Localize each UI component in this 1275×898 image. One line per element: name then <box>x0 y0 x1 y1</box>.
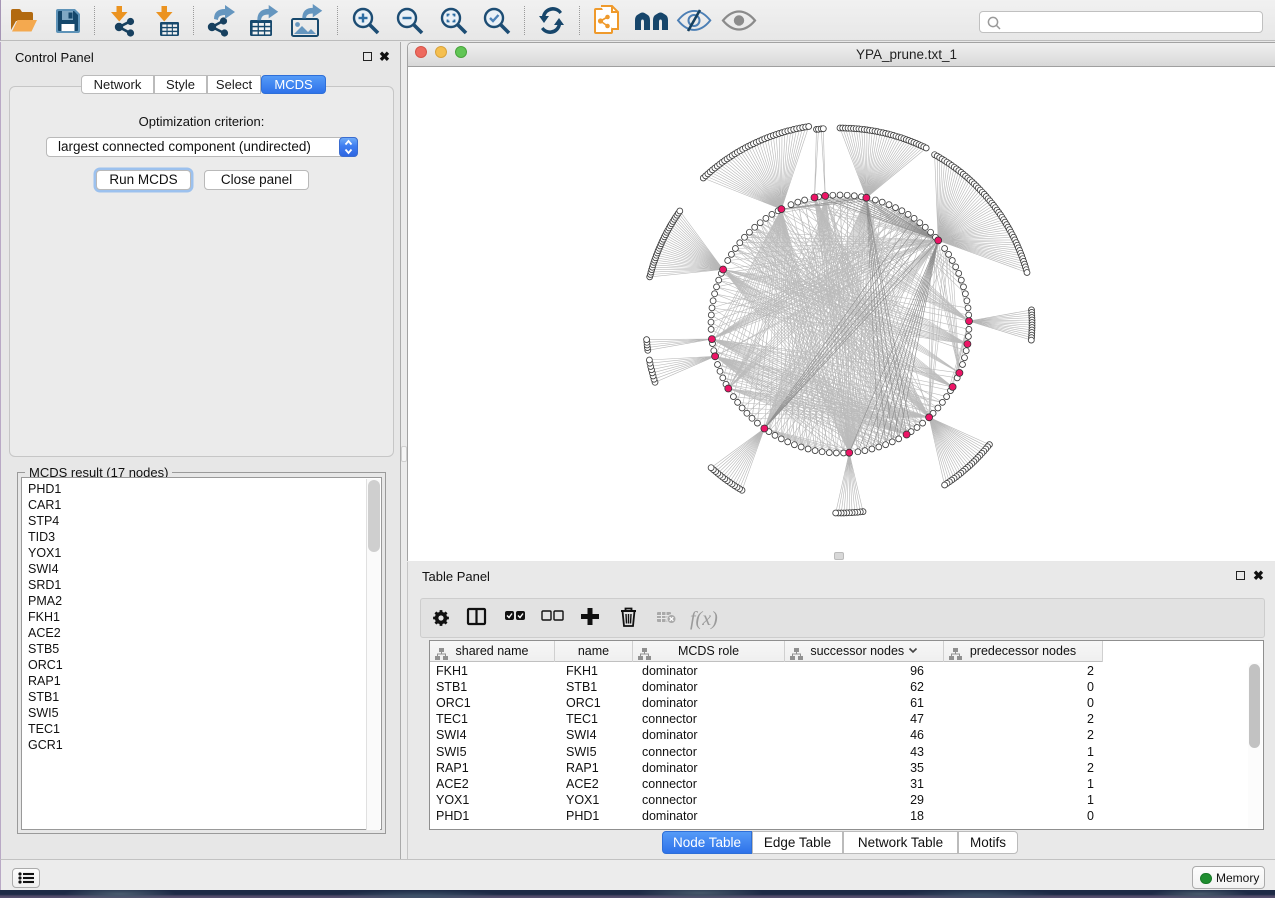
svg-text:f(x): f(x) <box>690 608 718 630</box>
